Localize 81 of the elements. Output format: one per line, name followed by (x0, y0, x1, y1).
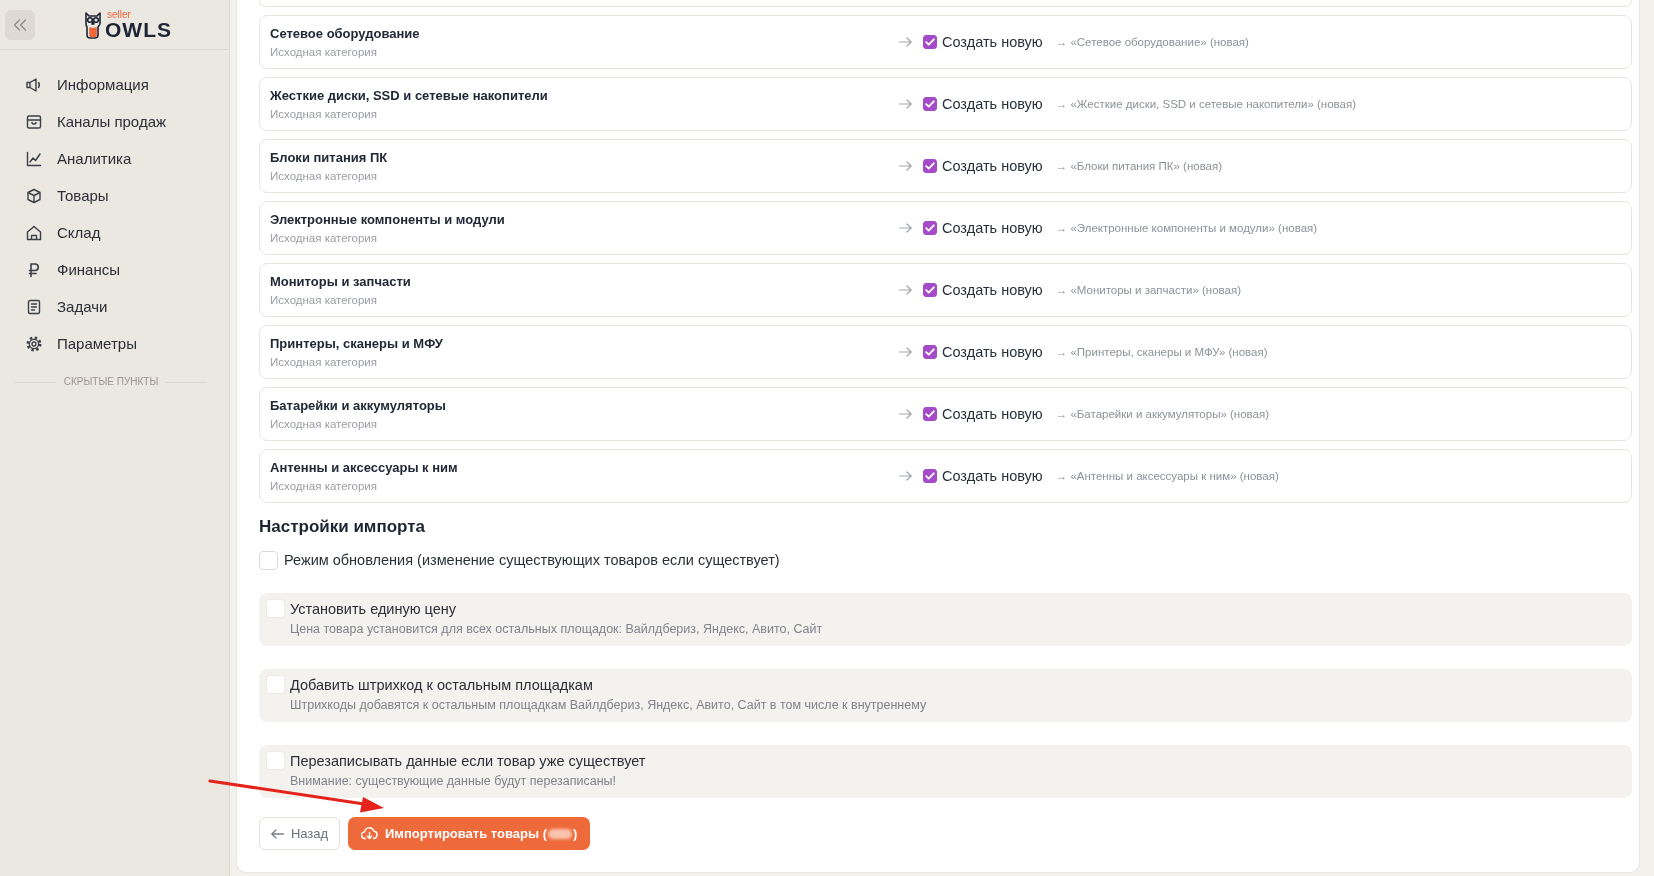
source-category-caption: Исходная категория (270, 44, 377, 59)
source-category-name: Мониторы и запчасти (270, 273, 411, 290)
cube-icon (26, 187, 42, 204)
settings-icon (26, 335, 42, 352)
source-category-name: Жесткие диски, SSD и сетевые накопители (270, 87, 548, 104)
source-category-name: Антенны и аксессуары к ним (270, 459, 458, 476)
option-label[interactable]: Перезаписывать данные если товар уже существует (290, 751, 646, 771)
checkbox-label[interactable]: Режим обновления (изменение существующих товаров если существует) (284, 551, 780, 570)
arrow-right-icon (899, 161, 912, 171)
source-category-caption: Исходная категория (270, 478, 377, 493)
sidebar-item[interactable]: Аналитика (0, 140, 229, 177)
option-description: Цена товара установится для всех остальных площадок: Вайлдбериз, Яндекс, Авито, Сайт (290, 621, 823, 637)
back-button[interactable]: Назад (259, 817, 340, 850)
sidebar-item[interactable]: Параметры (0, 325, 229, 362)
checkbox[interactable] (923, 469, 937, 483)
source-category-caption: Исходная категория (270, 106, 377, 121)
arrow-right-icon (899, 99, 912, 109)
megaphone-icon (26, 76, 42, 93)
sidebar-item[interactable]: Задачи (0, 288, 229, 325)
target-category-text: → «Блоки питания ПК» (новая) (1055, 160, 1223, 172)
checkbox-label[interactable]: Создать новую (942, 220, 1043, 236)
option-label[interactable]: Установить единую цену (290, 599, 457, 619)
arrow-right-icon (899, 471, 912, 481)
checkbox[interactable] (923, 407, 937, 421)
source-category-caption: Исходная категория (270, 292, 377, 307)
sidebar-item[interactable]: Склад (0, 214, 229, 251)
source-category-name: Сетевое оборудование (270, 25, 420, 42)
source-category-name: Электронные компоненты и модули (270, 211, 505, 228)
checkbox[interactable] (923, 97, 937, 111)
checkbox-label[interactable]: Создать новую (942, 158, 1043, 174)
sidebar-item[interactable]: Информация (0, 66, 229, 103)
sidebar-item[interactable]: Финансы (0, 251, 229, 288)
checkbox-label[interactable]: Создать новую (942, 282, 1043, 298)
house-icon (26, 224, 42, 241)
storage-box-icon (26, 113, 42, 130)
checkbox[interactable] (923, 35, 937, 49)
target-category-text: → «Принтеры, сканеры и МФУ» (новая) (1055, 346, 1268, 358)
arrow-right-icon (899, 347, 912, 357)
arrow-right-icon (899, 285, 912, 295)
target-category-text: → «Сетевое оборудование» (новая) (1055, 36, 1249, 48)
arrow-right-icon (899, 223, 912, 233)
checkbox-label[interactable]: Создать новую (942, 96, 1043, 112)
source-category-caption: Исходная категория (270, 354, 377, 369)
option-description: Штрихкоды добавятся к остальным площадкам Вайлдбериз, Яндекс, Авито, Сайт в том числе к внутреннему (290, 697, 927, 713)
checkbox[interactable] (923, 221, 937, 235)
target-category-text: → «Электронные компоненты и модули» (новая) (1055, 222, 1318, 234)
section-label: СКРЫТЫЕ ПУНКТЫ (63, 376, 159, 388)
target-category-text: → «Жесткие диски, SSD и сетевые накопители» (новая) (1055, 98, 1357, 110)
checkbox-label[interactable]: Создать новую (942, 406, 1043, 422)
line-chart-icon (26, 150, 42, 167)
arrow-right-icon (899, 37, 912, 47)
double-chevron-left-icon (13, 18, 27, 31)
target-category-text: → «Мониторы и запчасти» (новая) (1055, 284, 1242, 296)
checkbox[interactable] (923, 159, 937, 173)
arrow-right-icon (899, 409, 912, 419)
logo-wordmark: OWLS (105, 20, 172, 39)
target-category-text: → «Антенны и аксессуары к ним» (новая) (1055, 470, 1279, 482)
sidebar-item[interactable]: Товары (0, 177, 229, 214)
source-category-name: Принтеры, сканеры и МФУ (270, 335, 443, 352)
source-category-caption: Исходная категория (270, 168, 377, 183)
cloud-download-icon (361, 827, 378, 840)
source-category-caption: Исходная категория (270, 416, 377, 431)
checkbox[interactable] (923, 345, 937, 359)
document-icon (26, 298, 42, 315)
checkbox-label[interactable]: Создать новую (942, 468, 1043, 484)
collapse-sidebar-button[interactable] (5, 9, 35, 40)
logo-tagline: seller (107, 10, 132, 20)
arrow-left-icon (270, 828, 284, 839)
sidebar-item[interactable]: Каналы продаж (0, 103, 229, 140)
section-title: Настройки импорта (259, 516, 426, 538)
source-category-caption: Исходная категория (270, 230, 377, 245)
ruble-icon (26, 261, 42, 278)
source-category-name: Блоки питания ПК (270, 149, 388, 166)
checkbox-label[interactable]: Создать новую (942, 344, 1043, 360)
target-category-text: → «Батарейки и аккумуляторы» (новая) (1055, 408, 1269, 420)
checkbox-label[interactable]: Создать новую (942, 34, 1043, 50)
source-category-name: Батарейки и аккумуляторы (270, 397, 446, 414)
option-description: Внимание: существующие данные будут перезаписаны! (290, 773, 617, 789)
option-label[interactable]: Добавить штрихкод к остальным площадкам (290, 675, 593, 695)
checkbox[interactable] (923, 283, 937, 297)
owl-logo-icon (84, 11, 102, 39)
